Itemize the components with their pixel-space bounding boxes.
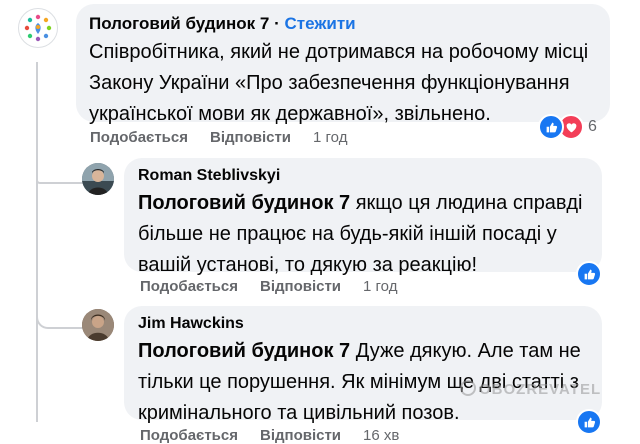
- like-button[interactable]: Подобається: [140, 278, 238, 295]
- comment-bubble-3: Jim Hawckins Пологовий будинок 7 Дуже дя…: [124, 306, 602, 424]
- reply-button[interactable]: Відповісти: [260, 278, 341, 295]
- user-photo-icon: [82, 163, 114, 195]
- comment-line: Пологовий будинок 7 Дуже дякую. Але там …: [138, 336, 588, 367]
- comment-timestamp[interactable]: 1 год: [363, 278, 397, 295]
- separator-dot: ·: [274, 14, 280, 33]
- comment-timestamp[interactable]: 16 хв: [363, 427, 399, 444]
- watermark-text: OBOZREVATEL: [479, 381, 602, 398]
- comment-fragment: Дуже дякую. Але там не: [350, 340, 581, 362]
- thread-branch-2: [36, 305, 84, 329]
- comment-line: Співробітника, який не дотримався на роб…: [89, 41, 589, 63]
- user-photo-icon: [82, 309, 114, 341]
- thread-branch-1: [36, 180, 84, 184]
- thread-line: [36, 62, 38, 422]
- like-reaction-icon[interactable]: [576, 261, 602, 287]
- like-button[interactable]: Подобається: [90, 129, 188, 146]
- comment-line: української мови як державної», звільнен…: [89, 103, 491, 125]
- comment-timestamp[interactable]: 1 год: [313, 129, 347, 146]
- maternity-logo-icon: [21, 11, 55, 45]
- mention-tag[interactable]: Пологовий будинок 7: [138, 340, 350, 362]
- like-reaction-icon: [538, 114, 564, 140]
- comment-actions-1: Подобається Відповісти 1 год: [90, 129, 347, 146]
- comment-line: більше не працює на будь-якій іншій поса…: [138, 223, 557, 245]
- comment-line: Закону України «Про забезпечення функціо…: [89, 72, 570, 94]
- follow-button[interactable]: Стежити: [284, 14, 355, 33]
- comment-author-2[interactable]: Roman Steblivskyi: [138, 166, 588, 186]
- like-reaction-icon[interactable]: [576, 409, 602, 435]
- reply-button[interactable]: Відповісти: [260, 427, 341, 444]
- comment-line: кримінального та цивільний позов.: [138, 402, 460, 424]
- comment-text-2: Пологовий будинок 7 якщо ця людина справ…: [138, 188, 588, 281]
- mention-tag[interactable]: Пологовий будинок 7: [138, 192, 350, 214]
- user-avatar-jim[interactable]: [82, 309, 114, 341]
- watermark-logo-icon: [460, 380, 476, 396]
- author-name[interactable]: Пологовий будинок 7: [89, 14, 269, 33]
- comment-bubble-1: Пологовий будинок 7 · Стежити Співробітн…: [76, 4, 610, 125]
- comment-bubble-2: Roman Steblivskyi Пологовий будинок 7 як…: [124, 158, 602, 276]
- comment-actions-3: Подобається Відповісти 16 хв: [140, 427, 399, 444]
- reply-button[interactable]: Відповісти: [210, 129, 291, 146]
- comment-fragment: якщо ця людина справді: [350, 192, 583, 214]
- comment-author-3[interactable]: Jim Hawckins: [138, 314, 588, 334]
- comment-author-1: Пологовий будинок 7 · Стежити: [89, 13, 597, 35]
- watermark: OBOZREVATEL: [460, 380, 601, 398]
- reactions-summary-1[interactable]: 6: [538, 114, 597, 140]
- comment-line: Пологовий будинок 7 якщо ця людина справ…: [138, 188, 588, 219]
- reaction-count: 6: [588, 118, 597, 135]
- comment-text-1: Співробітника, який не дотримався на роб…: [89, 37, 597, 130]
- comment-line: вашій установі, то дякую за реакцію!: [138, 254, 477, 276]
- comment-actions-2: Подобається Відповісти 1 год: [140, 278, 397, 295]
- user-avatar-roman[interactable]: [82, 163, 114, 195]
- page-avatar[interactable]: [18, 8, 58, 48]
- like-button[interactable]: Подобається: [140, 427, 238, 444]
